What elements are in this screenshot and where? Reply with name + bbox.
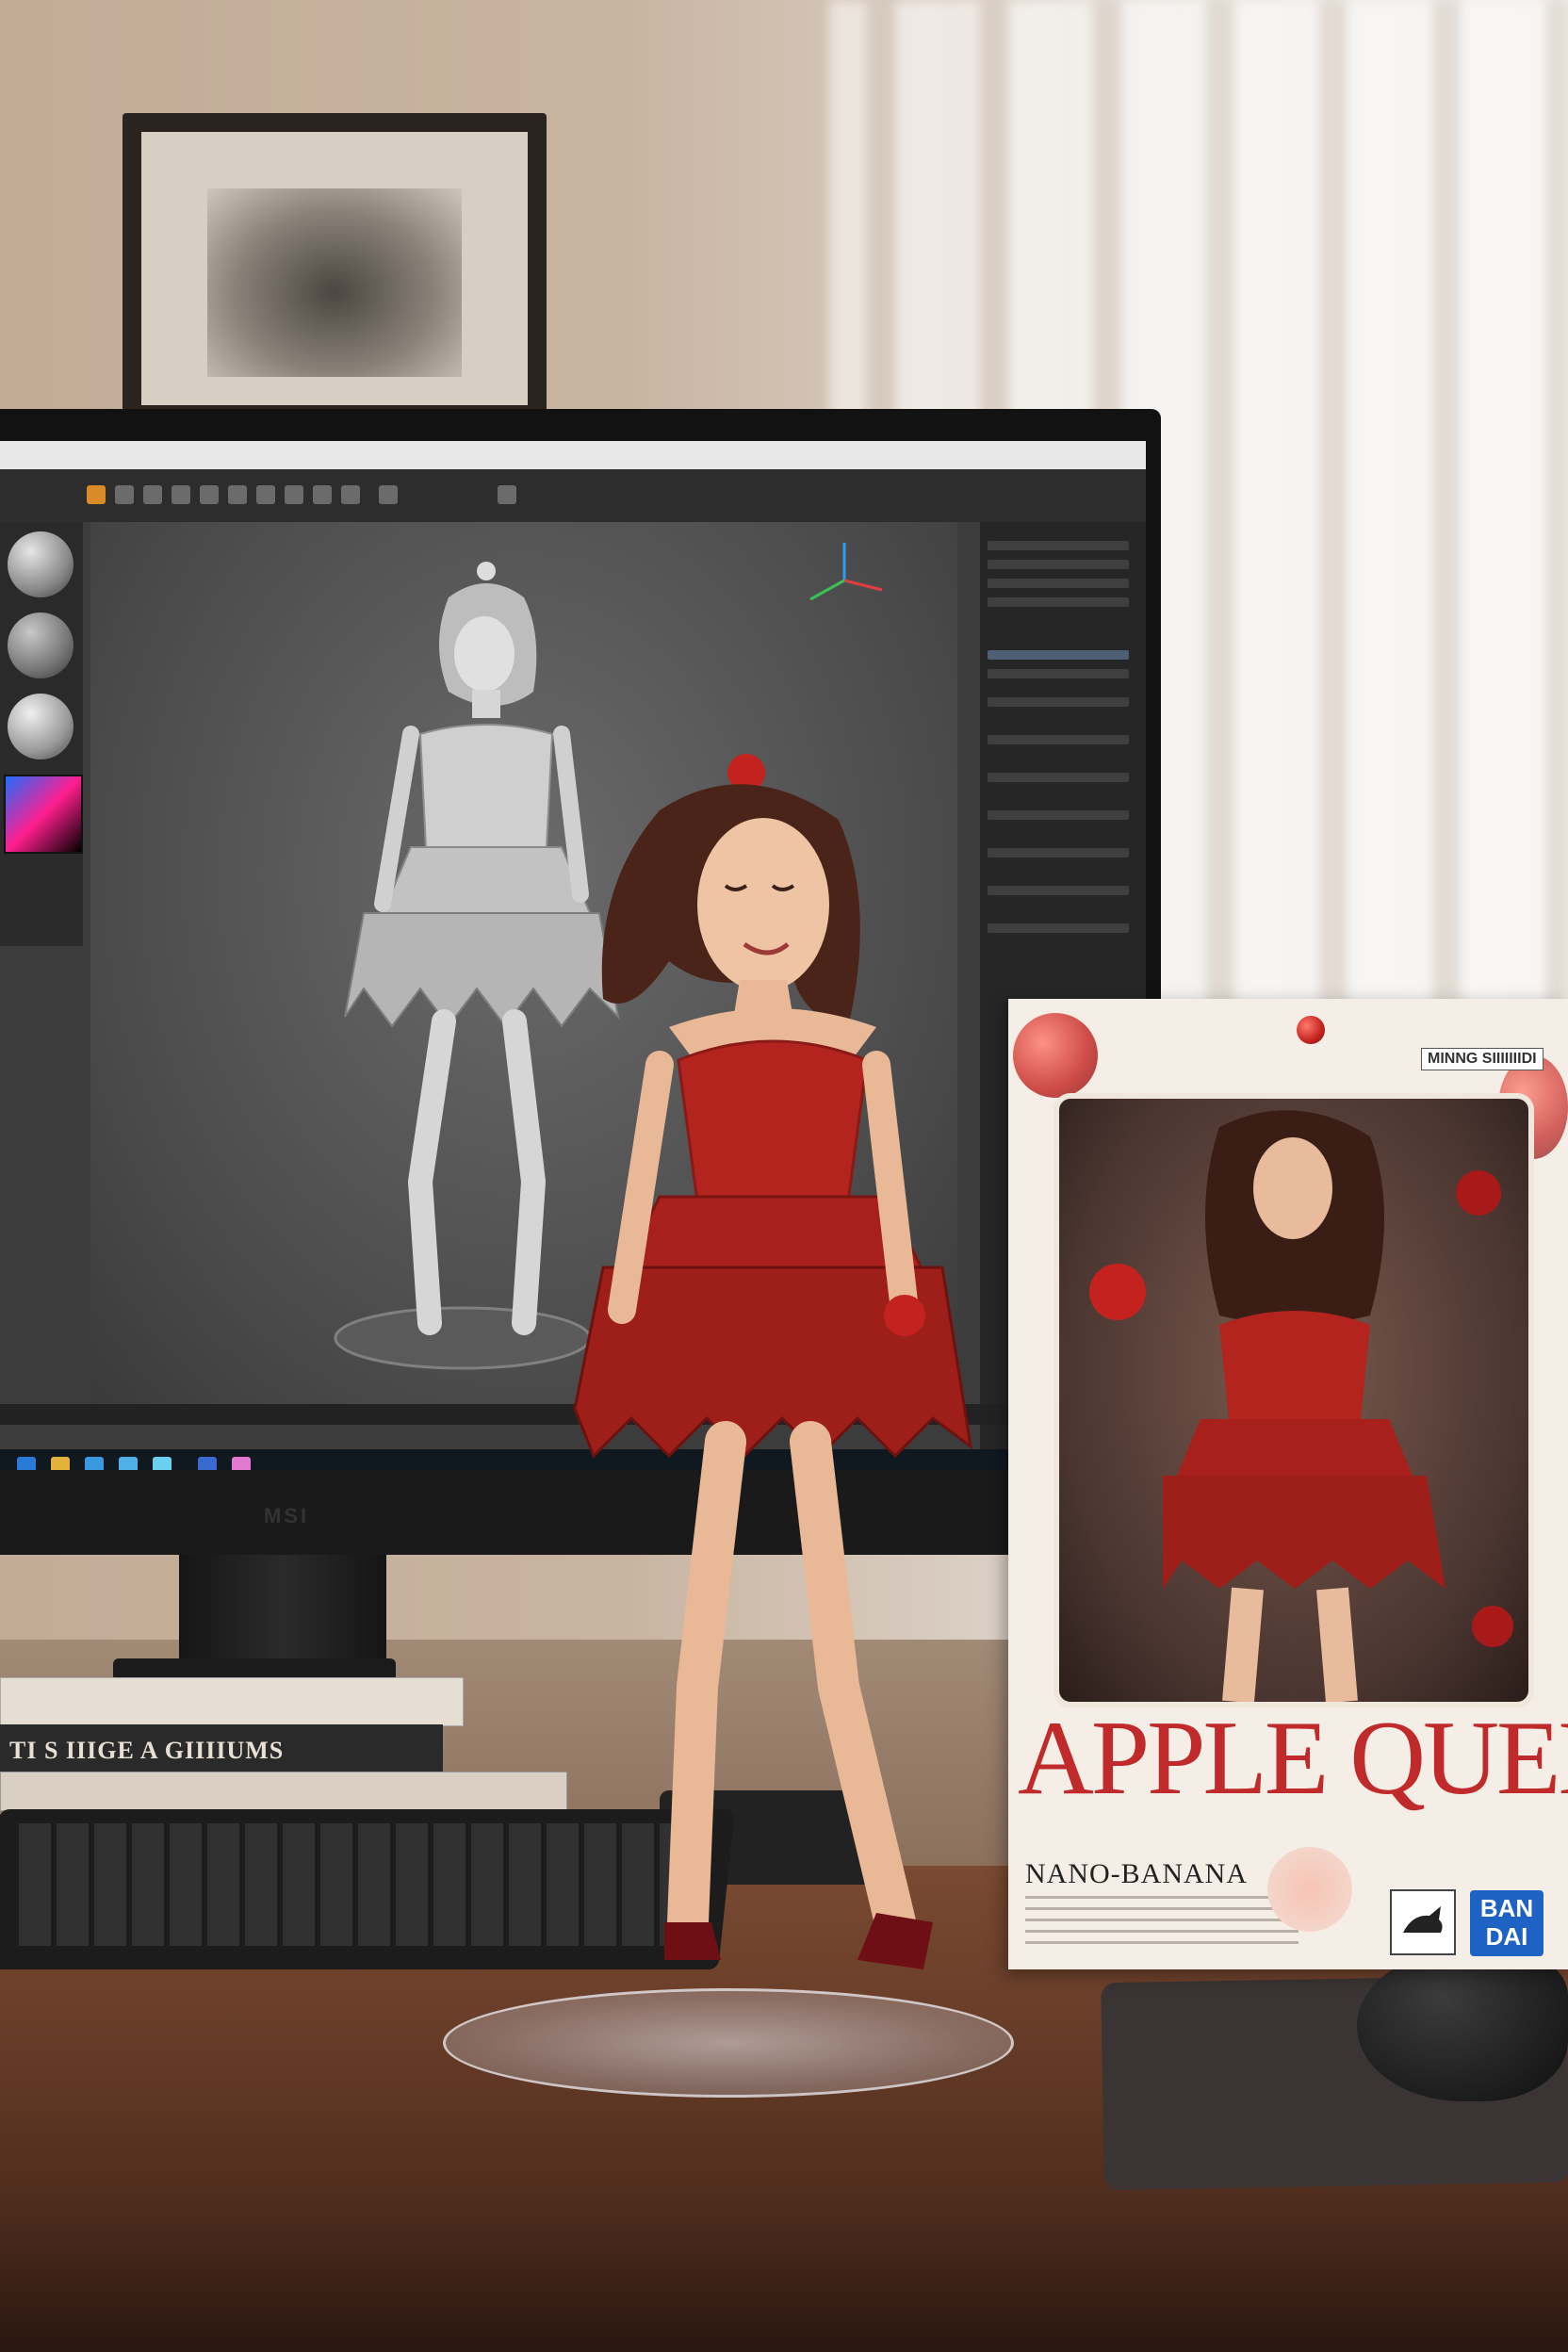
box-window	[1054, 1093, 1534, 1707]
panel-row-selected	[988, 650, 1129, 660]
box-brand-tag: MINNG SIIIIIIIDI	[1421, 1048, 1544, 1070]
panel-row	[988, 669, 1129, 678]
material-sphere-icon	[8, 531, 74, 597]
computer-mouse	[1357, 1951, 1568, 2101]
material-sphere-icon	[8, 694, 74, 760]
book	[0, 1772, 567, 1811]
box-animal-icon	[1390, 1889, 1456, 1955]
tool-icon	[115, 485, 134, 504]
tool-icon	[87, 485, 106, 504]
tool-icon	[172, 485, 190, 504]
tool-icon	[341, 485, 360, 504]
panel-row	[988, 697, 1129, 707]
panel-row	[988, 735, 1129, 744]
panel-row	[988, 773, 1129, 782]
app-menubar	[0, 441, 1146, 469]
material-sphere-icon	[8, 612, 74, 678]
tool-icon	[379, 485, 398, 504]
monitor-brand-logo: MSI	[264, 1504, 310, 1527]
panel-row	[988, 848, 1129, 858]
monitor-stand-neck	[179, 1555, 386, 1668]
panel-row	[988, 579, 1129, 588]
apple-decoration	[1297, 1016, 1325, 1044]
box-fineprint	[1025, 1896, 1298, 1951]
panel-row	[988, 886, 1129, 895]
tool-icon	[498, 485, 516, 504]
panel-row	[988, 810, 1129, 820]
box-title: APPLE QUEEN	[1018, 1700, 1568, 1817]
panel-row	[988, 560, 1129, 569]
tool-icon	[200, 485, 219, 504]
apple-queen-figure	[573, 754, 973, 1969]
book	[0, 1677, 464, 1726]
panel-row	[988, 923, 1129, 933]
boxed-figure	[1089, 1110, 1513, 1702]
box-subtitle: NANO-BANANA	[1025, 1858, 1248, 1889]
tool-icon	[143, 485, 162, 504]
tool-icon	[313, 485, 332, 504]
panel-row	[988, 597, 1129, 607]
tool-icon	[285, 485, 303, 504]
tool-icon	[228, 485, 247, 504]
bandai-logo: BAN DAI	[1470, 1890, 1544, 1956]
picture-artwork	[207, 188, 462, 377]
apple-decoration	[1013, 1013, 1098, 1098]
color-picker-icon	[4, 775, 83, 854]
tool-icon	[256, 485, 275, 504]
panel-row	[988, 541, 1129, 550]
book-spine-title: TI S IIIGE A GIIIIUMS	[9, 1737, 285, 1764]
box-peach-graphic	[1267, 1847, 1352, 1932]
photo-scene: MSI TI S IIIGE A GIIIIUMS MINNG SIIIIIII…	[0, 0, 1568, 2352]
